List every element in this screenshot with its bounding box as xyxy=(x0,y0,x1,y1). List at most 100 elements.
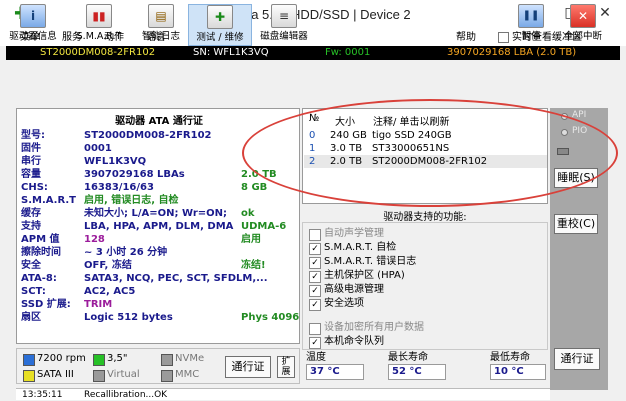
info-label: 固件 xyxy=(21,143,41,154)
tab-drive-info-label: 驱动器信息 xyxy=(9,31,57,42)
min-life-label: 最低寿命 xyxy=(490,352,530,363)
disk-editor-icon: ≡ xyxy=(271,4,297,28)
pause-icon: ❚❚ xyxy=(518,4,544,28)
info-value: 0001 xyxy=(84,143,112,154)
realtime-buffer-checkbox[interactable] xyxy=(498,32,509,43)
device-firmware: Fw: 0001 xyxy=(325,47,371,58)
info-label: 安全 xyxy=(21,260,41,271)
info-row-apm: APM 值 128 启用 xyxy=(21,233,299,246)
status-message: Recallibration...OK xyxy=(84,390,168,400)
info-row-cache: 缓存 未知大小; L/A=ON; Wr=ON; ok xyxy=(21,207,299,220)
feature-label: 主机保护区 (HPA) xyxy=(324,270,405,281)
sata-swatch xyxy=(23,370,35,382)
feature-label: 自动声学管理 xyxy=(324,228,384,239)
feature-checkbox-checked[interactable]: ✓ xyxy=(309,299,321,311)
test-plus-icon: ✚ xyxy=(207,5,233,29)
feature-checkbox[interactable] xyxy=(309,229,321,241)
interrupt-all-button[interactable]: ✕ 全部中断 xyxy=(560,4,606,46)
passport-button[interactable]: 通行证 xyxy=(225,356,271,378)
info-row-ata8: ATA-8: SATA3, NCQ, PEC, SCT, SFDLM,... xyxy=(21,272,299,285)
legend-form-factor: 3,5" xyxy=(107,353,128,364)
feature-checkbox-checked[interactable]: ✓ xyxy=(309,271,321,283)
tab-test-repair[interactable]: ✚ 测试 / 维修 xyxy=(188,4,252,46)
annotation-ellipse xyxy=(242,99,618,207)
info-extra: 冻结! xyxy=(241,260,266,271)
expand-button[interactable]: 扩展 xyxy=(277,356,295,378)
info-label: SSD 扩展: xyxy=(21,299,71,310)
info-value: ST2000DM008-2FR102 xyxy=(84,130,212,141)
tab-drive-info[interactable]: i 驱动器信息 xyxy=(4,4,62,46)
legend-sata: SATA III xyxy=(37,369,74,380)
info-value: 128 xyxy=(84,234,105,245)
tab-smart-log[interactable]: ▤ 智能日志 xyxy=(132,4,190,46)
info-value: 16383/16/63 xyxy=(84,182,154,193)
recalibrate-button[interactable]: 重校(C) xyxy=(554,214,598,234)
info-extra: Phys 4096 xyxy=(241,312,300,323)
info-value: 启用, 错误日志, 自检 xyxy=(84,195,179,206)
feature-label: 安全选项 xyxy=(324,298,364,309)
tab-disk-editor-label: 磁盘编辑器 xyxy=(260,31,308,42)
status-time: 13:35:11 xyxy=(22,390,63,400)
info-label: APM 值 xyxy=(21,234,60,245)
virtual-swatch xyxy=(93,370,105,382)
nvme-swatch xyxy=(161,354,173,366)
feature-checkbox[interactable] xyxy=(309,323,321,335)
legend-rpm: 7200 rpm xyxy=(37,353,86,364)
device-lba: 3907029168 LBA (2.0 TB) xyxy=(447,47,577,58)
temperature-value: 37 °C xyxy=(306,364,364,380)
feature-checkbox-checked[interactable]: ✓ xyxy=(309,285,321,297)
smart-chart-icon: ▮▮ xyxy=(86,4,112,28)
form-factor-swatch xyxy=(93,354,105,366)
tab-smart-log-label: 智能日志 xyxy=(141,31,180,42)
legend-virtual: Virtual xyxy=(107,369,140,380)
info-label: S.M.A.R.T xyxy=(21,195,76,206)
feature-label: 设备加密所有用户数据 xyxy=(324,322,424,333)
feature-checkbox-checked[interactable]: ✓ xyxy=(309,337,321,349)
temperature-label: 温度 xyxy=(306,352,326,363)
feature-checkbox-checked[interactable]: ✓ xyxy=(309,257,321,269)
info-extra: 8 GB xyxy=(241,182,268,193)
device-model: ST2000DM008-2FR102 xyxy=(40,47,156,58)
rpm-swatch xyxy=(23,354,35,366)
pause-label: 暂停 xyxy=(521,31,541,42)
feature-label: 本机命令队列 xyxy=(324,336,384,347)
info-label: 扇区 xyxy=(21,312,41,323)
legend-nvme: NVMe xyxy=(175,353,205,364)
interrupt-all-label: 全部中断 xyxy=(563,31,602,42)
mmc-swatch xyxy=(161,370,173,382)
info-label: 支持 xyxy=(21,221,41,232)
menu-item-help[interactable]: 帮助 xyxy=(456,31,476,45)
info-row-chs: CHS: 16383/16/63 8 GB xyxy=(21,181,299,194)
info-value: ~ 3 小时 26 分钟 xyxy=(84,247,168,258)
side-passport-button[interactable]: 通行证 xyxy=(554,348,600,370)
info-value: 3907029168 LBAs xyxy=(84,169,185,180)
pause-button[interactable]: ❚❚ 暂停 xyxy=(512,4,550,46)
info-icon: i xyxy=(20,4,46,28)
feature-label: 高级电源管理 xyxy=(324,284,384,295)
features-panel: 自动声学管理 ✓ S.M.A.R.T. 自检 ✓ S.M.A.R.T. 错误日志 ✓… xyxy=(302,222,548,350)
info-row-sct: SCT: AC2, AC5 xyxy=(21,285,299,298)
info-row-erase-time: 擦除时间 ~ 3 小时 26 分钟 xyxy=(21,246,299,259)
tab-smart[interactable]: ▮▮ S.M.A.R.T xyxy=(70,4,128,46)
feature-checkbox-checked[interactable]: ✓ xyxy=(309,243,321,255)
info-label: ATA-8: xyxy=(21,273,57,284)
info-label: 擦除时间 xyxy=(21,247,61,258)
info-label: CHS: xyxy=(21,182,48,193)
min-life-value: 10 °C xyxy=(490,364,546,380)
info-extra: 启用 xyxy=(241,234,261,245)
info-label: 串行 xyxy=(21,156,41,167)
info-label: 缓存 xyxy=(21,208,41,219)
info-row-ssd-ext: SSD 扩展: TRIM xyxy=(21,298,299,311)
max-life-value: 52 °C xyxy=(388,364,446,380)
tab-disk-editor[interactable]: ≡ 磁盘编辑器 xyxy=(254,4,314,46)
feature-label: S.M.A.R.T. 错误日志 xyxy=(324,256,417,267)
stop-icon: ✕ xyxy=(570,4,596,28)
info-extra: ok xyxy=(241,208,255,219)
info-value: SATA3, NCQ, PEC, SCT, SFDLM,... xyxy=(84,273,268,284)
info-extra: UDMA-6 xyxy=(241,221,287,232)
tab-test-repair-label: 测试 / 维修 xyxy=(196,32,244,43)
info-value: TRIM xyxy=(84,299,113,310)
device-serial: SN: WFL1K3VQ xyxy=(193,47,269,58)
log-icon: ▤ xyxy=(148,4,174,28)
features-title: 驱动器支持的功能: xyxy=(383,212,467,223)
